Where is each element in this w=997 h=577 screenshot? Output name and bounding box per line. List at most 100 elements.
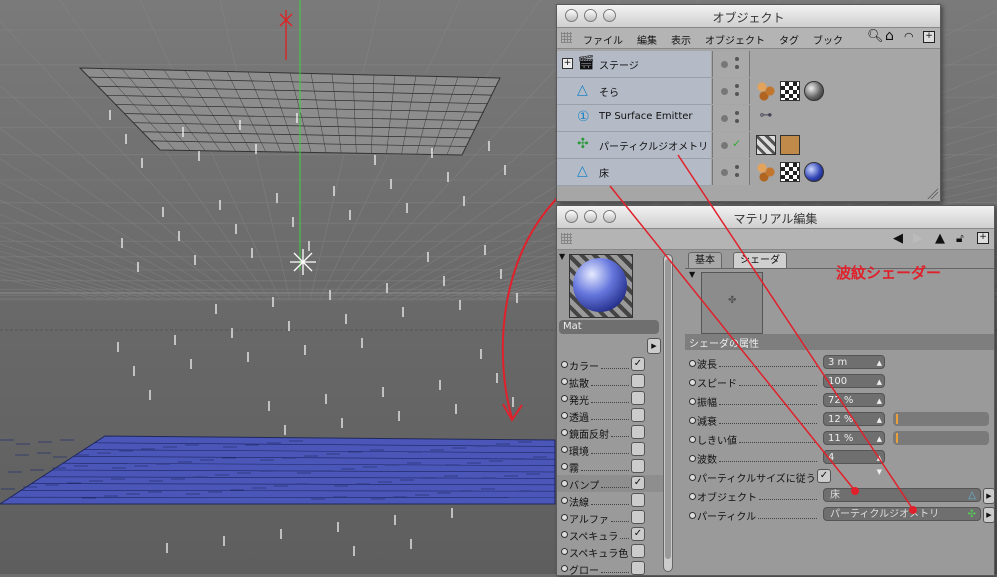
forward-arrow-icon[interactable]: ▶ [913,231,923,246]
attribute-slider[interactable] [893,412,989,426]
channel-checkbox[interactable] [631,510,645,524]
enabled-check-icon[interactable]: ✓ [732,137,741,150]
attribute-value-field[interactable]: 11 %▲▼ [823,431,885,445]
material-name-field[interactable]: Mat [559,320,659,334]
link-menu-button[interactable]: ▶ [983,507,995,523]
shader-preview[interactable]: ✤ [701,272,763,334]
object-row-floor[interactable]: △ 床 [557,159,937,185]
channel-label: 霧 [569,460,579,475]
search-icon[interactable]: 🔍︎ [867,29,884,44]
channel-item[interactable]: 霧 [557,458,667,475]
collapse-arrow-icon[interactable]: ▼ [559,252,565,261]
stage-icon: 🎬︎ [577,55,595,71]
expand-icon[interactable]: + [562,58,573,69]
material-tag-icon[interactable] [804,162,824,182]
group-tag-icon[interactable]: ⊶ [756,108,776,128]
keyframe-icon[interactable] [689,379,696,386]
link-field[interactable]: パーティクルジオメトリ✣ [823,507,981,521]
channel-item[interactable]: カラー✓ [557,356,667,373]
object-row-emitter[interactable]: ① TP Surface Emitter ⊶ [557,105,937,131]
back-arrow-icon[interactable]: ◀ [893,231,903,246]
material-editor-titlebar[interactable]: マテリアル編集 [557,206,994,229]
channel-checkbox[interactable] [631,442,645,456]
channel-item[interactable]: 透過 [557,407,667,424]
object-manager-window[interactable]: オブジェクト ファイル 編集 表示 オブジェクト タグ ブック 🔍︎ ⌂ ◠ +… [556,4,941,202]
channel-item[interactable]: スペキュラ色 [557,543,667,560]
channel-item[interactable]: スペキュラ✓ [557,526,667,543]
home-icon[interactable]: ⌂ [885,28,894,44]
channel-item[interactable]: 法線 [557,492,667,509]
menu-edit[interactable]: 編集 [637,32,657,47]
channel-checkbox[interactable]: ✓ [631,357,645,371]
keyframe-icon[interactable] [689,360,696,367]
keyframe-icon[interactable] [689,436,696,443]
attribute-value-field[interactable]: 100▲▼ [823,374,885,388]
new-window-icon[interactable]: + [923,31,935,43]
lock-icon[interactable]: 🔓︎ [956,231,964,246]
attribute-checkbox[interactable]: ✓ [817,469,831,483]
preview-expand-button[interactable]: ▶ [647,338,661,354]
menu-bookmark[interactable]: ブック [813,32,843,47]
channel-checkbox[interactable] [631,374,645,388]
new-window-icon[interactable]: + [977,232,989,244]
channel-checkbox[interactable] [631,459,645,473]
up-arrow-icon[interactable]: ▲ [935,231,945,246]
stripe-tag-icon[interactable] [756,135,776,155]
channel-item[interactable]: 拡散 [557,373,667,390]
keyframe-icon[interactable] [689,417,696,424]
keyframe-icon[interactable] [689,455,696,462]
tab-basic[interactable]: 基本 [688,252,722,269]
link-menu-button[interactable]: ▶ [983,488,995,504]
keyframe-icon[interactable] [689,512,696,519]
channel-scrollbar[interactable] [663,254,673,572]
channel-checkbox[interactable] [631,408,645,422]
channel-checkbox[interactable] [631,544,645,558]
object-row-stage[interactable]: + 🎬︎ ステージ [557,51,937,77]
texture-tag-icon[interactable] [756,81,776,101]
attribute-value-field[interactable]: 4▲▼ [823,450,885,464]
eye-icon[interactable]: ◠ [904,30,914,43]
keyframe-icon[interactable] [689,398,696,405]
channel-checkbox[interactable] [631,561,645,575]
channel-item[interactable]: アルファ [557,509,667,526]
uvw-tag-icon[interactable] [780,81,800,101]
dot-leader [759,489,817,500]
attribute-value-field[interactable]: 72 %▲▼ [823,393,885,407]
material-editor-window[interactable]: マテリアル編集 ◀ ▶ ▲ 🔓︎ + ▼ Mat カラー✓拡散発光透過鏡面反射環… [556,205,995,576]
channel-item[interactable]: グロー [557,560,667,577]
object-row-sky[interactable]: △ そら [557,78,937,104]
attribute-value-field[interactable]: 3 m▲▼ [823,355,885,369]
object-manager-titlebar[interactable]: オブジェクト [557,5,940,28]
grip-icon[interactable] [561,233,572,244]
material-tag-icon[interactable] [804,81,824,101]
channel-item[interactable]: 発光 [557,390,667,407]
grip-icon[interactable] [561,32,572,43]
channel-checkbox[interactable] [631,425,645,439]
attribute-row: スピード100▲▼ [685,373,995,391]
resize-handle[interactable] [926,187,938,199]
channel-item[interactable]: 鏡面反射 [557,424,667,441]
channel-checkbox[interactable]: ✓ [631,527,645,541]
keyframe-icon[interactable] [689,493,696,500]
attribute-value-field[interactable]: 12 %▲▼ [823,412,885,426]
channel-item[interactable]: 環境 [557,441,667,458]
tab-shader[interactable]: シェーダ [733,252,787,269]
menu-tag[interactable]: タグ [779,32,799,47]
menu-view[interactable]: 表示 [671,32,691,47]
channel-checkbox[interactable]: ✓ [631,476,645,490]
menu-object[interactable]: オブジェクト [705,32,765,47]
channel-checkbox[interactable] [631,391,645,405]
channel-item[interactable]: バンプ✓ [557,475,667,492]
channel-checkbox[interactable] [631,493,645,507]
texture-tag-icon[interactable] [756,162,776,182]
collapse-arrow-icon[interactable]: ▼ [689,270,695,279]
link-field[interactable]: 床△ [823,488,981,502]
uvw-tag-icon[interactable] [780,162,800,182]
dot-leader [591,409,629,420]
brush-tag-icon[interactable] [780,135,800,155]
menu-file[interactable]: ファイル [583,32,623,47]
object-row-particle-geometry[interactable]: ✣ パーティクルジオメトリ ✓ [557,132,937,158]
material-preview[interactable] [569,254,633,318]
attribute-slider[interactable] [893,431,989,445]
keyframe-icon[interactable] [689,474,696,481]
